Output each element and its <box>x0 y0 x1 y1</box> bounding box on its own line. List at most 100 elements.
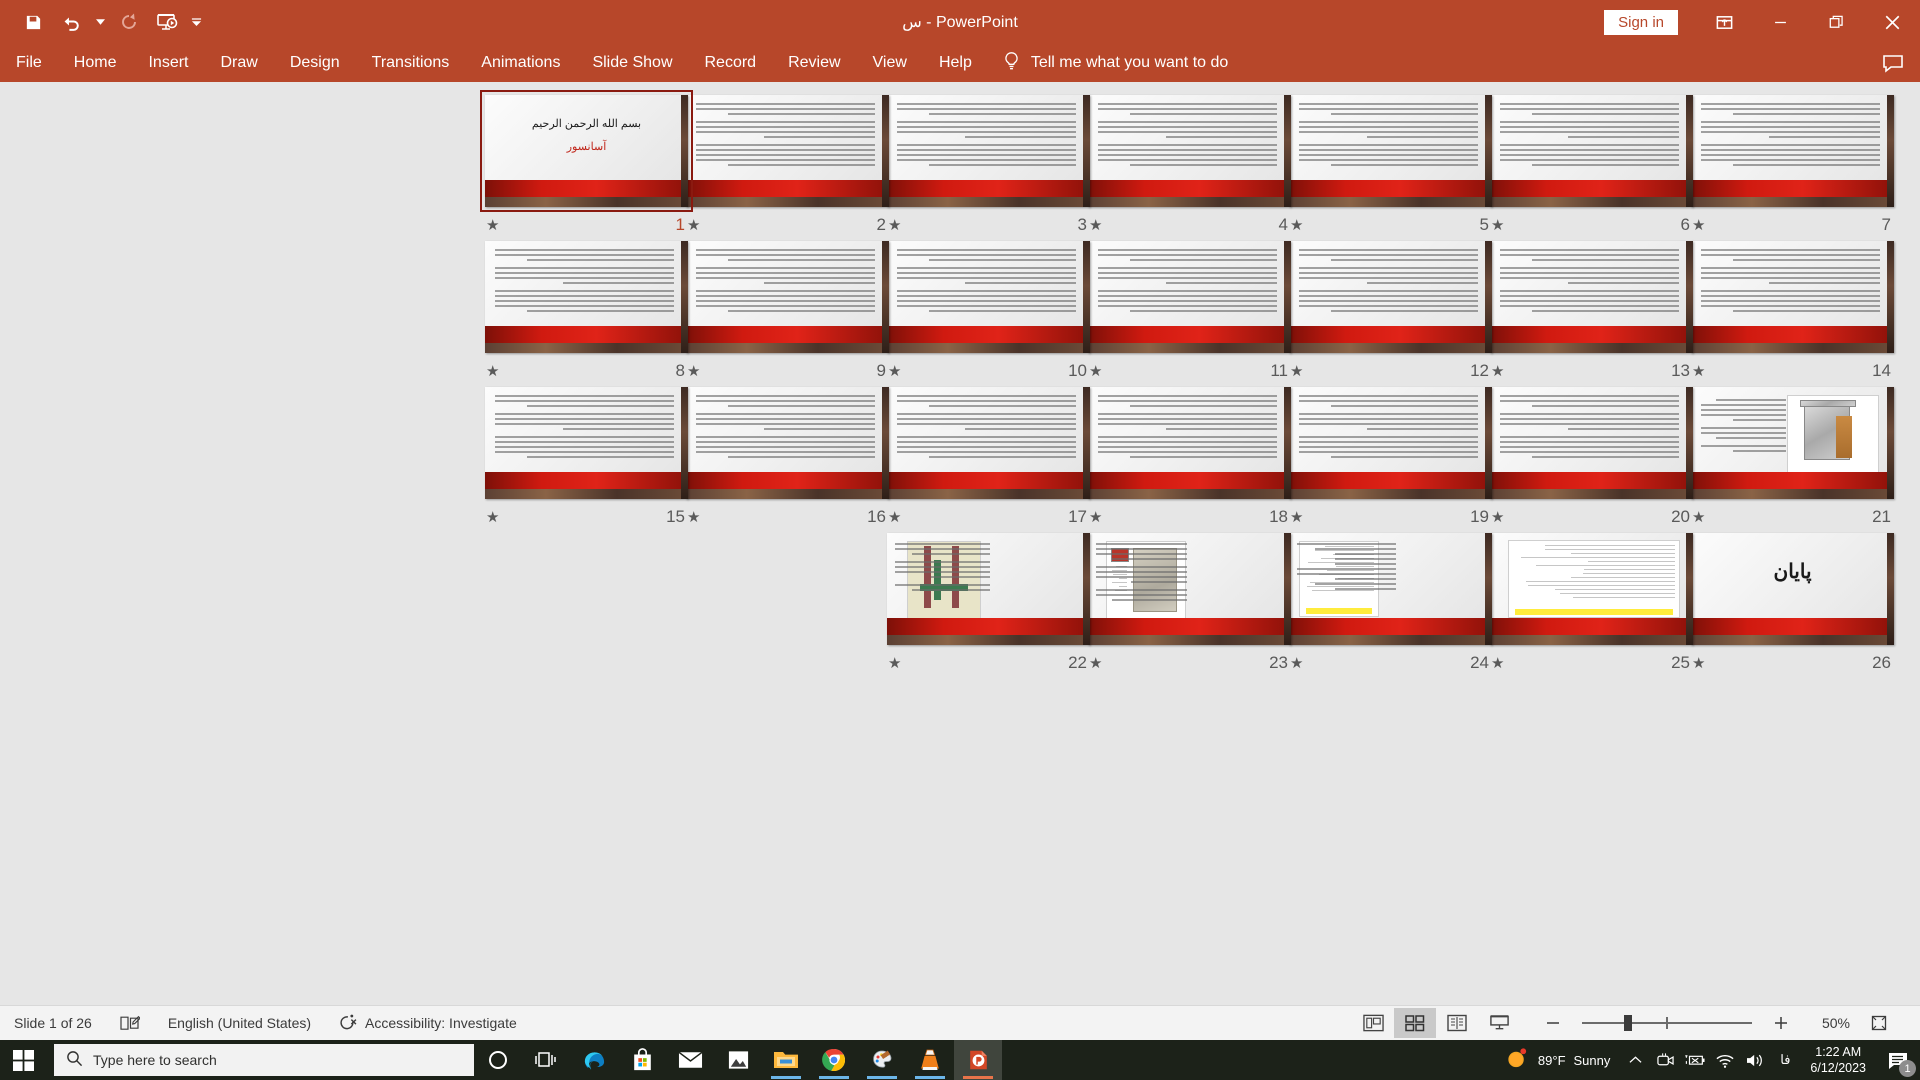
slide-thumbnail-frame[interactable] <box>1284 382 1497 504</box>
restore-button[interactable] <box>1808 0 1864 44</box>
slide-thumbnail-frame[interactable] <box>1485 528 1698 650</box>
ribbon-tab-file[interactable]: File <box>0 44 58 82</box>
zoom-in-button[interactable] <box>1760 1008 1802 1038</box>
ribbon-tab-record[interactable]: Record <box>689 44 773 82</box>
battery-icon[interactable] <box>1680 1040 1710 1080</box>
slide-thumbnail-14[interactable]: ★ 14 <box>1686 236 1899 384</box>
reading-view-button[interactable] <box>1436 1008 1478 1038</box>
cortana-icon[interactable] <box>474 1040 522 1080</box>
slide-thumbnail-20[interactable]: ★ 20 <box>1485 382 1698 530</box>
slide-animation-star-icon[interactable]: ★ <box>888 656 901 671</box>
slide-thumbnail-frame[interactable] <box>681 90 894 212</box>
slide-thumbnail-24[interactable]: ★ 24 <box>1284 528 1497 676</box>
chevron-down-small-icon[interactable] <box>186 5 206 39</box>
ribbon-tab-view[interactable]: View <box>857 44 923 82</box>
start-button[interactable] <box>0 1040 48 1080</box>
slide-thumbnail-13[interactable]: ★ 13 <box>1485 236 1698 384</box>
slide-thumbnail-11[interactable]: ★ 11 <box>1083 236 1296 384</box>
vlc-icon[interactable] <box>906 1040 954 1080</box>
ribbon-display-options-icon[interactable] <box>1696 0 1752 44</box>
accessibility-status[interactable]: Accessibility: Investigate <box>325 1006 531 1041</box>
slide-thumbnail-frame[interactable] <box>1485 90 1698 212</box>
language-indicator[interactable]: فا <box>1770 1040 1800 1080</box>
wifi-icon[interactable] <box>1710 1040 1740 1080</box>
slide-sorter-view-button[interactable] <box>1394 1008 1436 1038</box>
clock[interactable]: 1:22 AM 6/12/2023 <box>1800 1044 1876 1076</box>
slide-thumbnail-frame[interactable] <box>1083 236 1296 358</box>
slide-thumbnail-frame[interactable] <box>1686 90 1899 212</box>
ribbon-tab-draw[interactable]: Draw <box>204 44 273 82</box>
slide-thumbnail-frame[interactable] <box>1485 236 1698 358</box>
ribbon-tab-transitions[interactable]: Transitions <box>356 44 466 82</box>
close-button[interactable] <box>1864 0 1920 44</box>
minimize-button[interactable] <box>1752 0 1808 44</box>
slide-thumbnail-18[interactable]: ★ 18 <box>1083 382 1296 530</box>
slide-thumbnail-2[interactable]: ★ 2 <box>681 90 894 238</box>
language-status[interactable]: English (United States) <box>154 1006 325 1041</box>
undo-icon[interactable] <box>52 5 90 39</box>
slide-thumbnail-10[interactable]: ★ 10 <box>882 236 1095 384</box>
notes-icon[interactable] <box>106 1006 154 1041</box>
zoom-out-button[interactable] <box>1532 1008 1574 1038</box>
slide-counter[interactable]: Slide 1 of 26 <box>0 1006 106 1041</box>
mail-icon[interactable] <box>666 1040 714 1080</box>
redo-icon[interactable] <box>110 5 148 39</box>
slide-thumbnail-22[interactable]: ★ 22 <box>882 528 1095 676</box>
slide-thumbnail-17[interactable]: ★ 17 <box>882 382 1095 530</box>
slide-thumbnail-19[interactable]: ★ 19 <box>1284 382 1497 530</box>
slide-thumbnail-8[interactable]: ★ 8 <box>480 236 693 384</box>
tell-me-search[interactable]: Tell me what you want to do <box>1002 51 1228 76</box>
slide-thumbnail-16[interactable]: ★ 16 <box>681 382 894 530</box>
slide-thumbnail-frame[interactable] <box>882 90 1095 212</box>
slide-thumbnail-frame[interactable] <box>681 382 894 504</box>
zoom-level-label[interactable]: 50% <box>1810 1015 1850 1031</box>
slide-thumbnail-frame[interactable] <box>1485 382 1698 504</box>
slide-thumbnail-6[interactable]: ★ 6 <box>1485 90 1698 238</box>
zoom-slider[interactable] <box>1582 1015 1752 1031</box>
camera-icon[interactable] <box>1650 1040 1680 1080</box>
slide-thumbnail-12[interactable]: ★ 12 <box>1284 236 1497 384</box>
volume-icon[interactable] <box>1740 1040 1770 1080</box>
slide-thumbnail-frame[interactable] <box>1083 528 1296 650</box>
slide-thumbnail-frame[interactable]: پایان <box>1686 528 1899 650</box>
powerpoint-icon[interactable] <box>954 1040 1002 1080</box>
normal-view-button[interactable] <box>1352 1008 1394 1038</box>
ribbon-tab-slide-show[interactable]: Slide Show <box>576 44 688 82</box>
slide-thumbnail-frame[interactable] <box>1284 90 1497 212</box>
slide-thumbnail-frame[interactable] <box>1686 382 1899 504</box>
slide-thumbnail-frame[interactable] <box>882 236 1095 358</box>
save-icon[interactable] <box>14 5 52 39</box>
file-explorer-icon[interactable] <box>762 1040 810 1080</box>
zoom-slider-handle[interactable] <box>1624 1015 1632 1031</box>
slide-animation-star-icon[interactable]: ★ <box>486 510 499 525</box>
show-hidden-icons-chevron-up-icon[interactable] <box>1620 1040 1650 1080</box>
microsoft-store-icon[interactable] <box>618 1040 666 1080</box>
slide-thumbnail-frame[interactable] <box>1083 382 1296 504</box>
slide-thumbnail-23[interactable]: ★ 23 <box>1083 528 1296 676</box>
slideshow-icon[interactable] <box>148 5 186 39</box>
ribbon-tab-review[interactable]: Review <box>772 44 856 82</box>
ribbon-tab-home[interactable]: Home <box>58 44 133 82</box>
comments-button[interactable] <box>1866 44 1920 82</box>
slideshow-view-button[interactable] <box>1478 1008 1520 1038</box>
fit-to-window-button[interactable] <box>1858 1008 1900 1038</box>
chevron-down-icon[interactable] <box>90 5 110 39</box>
slide-thumbnail-5[interactable]: ★ 5 <box>1284 90 1497 238</box>
ribbon-tab-design[interactable]: Design <box>274 44 356 82</box>
slide-thumbnail-frame[interactable] <box>1284 236 1497 358</box>
notifications-button[interactable]: 1 <box>1876 1040 1920 1080</box>
slide-thumbnail-frame[interactable] <box>1284 528 1497 650</box>
paint-icon[interactable] <box>858 1040 906 1080</box>
slide-thumbnail-frame[interactable] <box>882 382 1095 504</box>
slide-animation-star-icon[interactable]: ★ <box>486 364 499 379</box>
slide-thumbnail-15[interactable]: ★ 15 <box>480 382 693 530</box>
slide-thumbnail-7[interactable]: ★ 7 <box>1686 90 1899 238</box>
ribbon-tab-insert[interactable]: Insert <box>132 44 204 82</box>
slide-thumbnail-1[interactable]: بسم الله الرحمن الرحيم آسانسور ★ 1 <box>480 90 693 238</box>
slide-animation-star-icon[interactable]: ★ <box>486 218 499 233</box>
google-chrome-icon[interactable] <box>810 1040 858 1080</box>
photos-icon[interactable] <box>714 1040 762 1080</box>
slide-thumbnail-frame[interactable] <box>480 236 693 358</box>
slide-thumbnail-21[interactable]: ★ 21 <box>1686 382 1899 530</box>
slide-sorter-pane[interactable]: ★ 7 ★ 6 ★ 5 ★ 4 ★ 3 ★ 2 بسم الله الرحمن الرحيم آسانسو… <box>0 82 1920 1005</box>
